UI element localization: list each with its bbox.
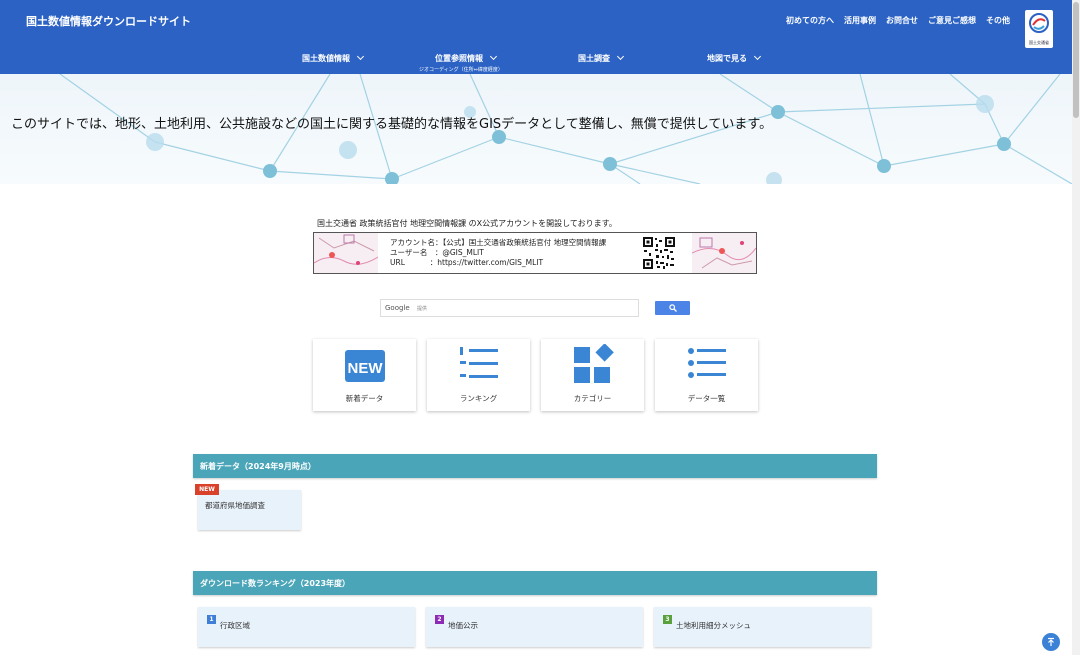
x-account-banner[interactable]: アカウント名：【公式】国土交通省政策統括官付 地理空間情報課 ユーザー名 ：@G… (313, 232, 757, 274)
svg-text:NEW: NEW (348, 360, 384, 377)
logo-text: 国土交通省 (1029, 40, 1049, 45)
qr-code-icon (642, 236, 676, 270)
card-label: カテゴリー (573, 394, 612, 403)
site-search-input[interactable]: Google 提供 (380, 299, 639, 317)
top-links: 初めての方へ 活用事例 お問合せ ご意見ご感想 その他 (786, 15, 1010, 26)
quick-link-category[interactable]: カテゴリー (541, 339, 644, 411)
new-data-item-label: 都道府県地価調査 (205, 501, 265, 510)
mlit-emblem-icon (1029, 13, 1049, 33)
nav-label: 位置参照情報 (435, 54, 483, 63)
category-icon (574, 344, 614, 383)
top-link-first-time[interactable]: 初めての方へ (786, 15, 834, 26)
chevron-down-icon (489, 52, 498, 61)
ranking-item-1[interactable]: 1 行政区域 (198, 607, 415, 647)
new-icon: NEW (345, 350, 385, 382)
ranking-item-label: 行政区域 (220, 621, 250, 630)
back-to-top-button[interactable] (1042, 633, 1060, 651)
search-icon (669, 304, 677, 312)
new-badge: NEW (195, 484, 219, 495)
nav-kokudo-chosa[interactable]: 国土調査 (578, 52, 625, 64)
quick-link-ranking[interactable]: ランキング (427, 339, 530, 411)
nav-ichi-sansho[interactable]: 位置参照情報 (435, 52, 498, 64)
map-illustration-left (314, 233, 378, 273)
google-brand: Google (385, 304, 410, 312)
top-link-feedback[interactable]: ご意見ご感想 (928, 15, 976, 26)
main-nav: 国土数値情報 位置参照情報 ジオコーディング（住所⇔緯度経度） 国土調査 地図で… (0, 52, 1072, 73)
card-label: ランキング (459, 394, 498, 403)
nav-map-view[interactable]: 地図で見る (707, 52, 762, 64)
x-user-name: ユーザー名 ：@GIS_MLIT (390, 248, 484, 257)
map-sketch-image (692, 237, 756, 269)
section-title: 新着データ（2024年9月時点） (200, 462, 316, 471)
rank-number: 2 (435, 615, 444, 624)
nav-label: 地図で見る (707, 54, 747, 63)
list-icon (688, 348, 726, 378)
nav-sub-geocoding: ジオコーディング（住所⇔緯度経度） (419, 67, 503, 73)
site-header: 国土数値情報ダウンロードサイト 初めての方へ 活用事例 お問合せ ご意見ご感想 … (0, 0, 1072, 74)
card-label: 新着データ (345, 394, 384, 403)
map-illustration-right (692, 233, 756, 273)
site-title[interactable]: 国土数値情報ダウンロードサイト (26, 13, 191, 29)
hero-banner: このサイトでは、地形、土地利用、公共施設などの国土に関する基礎的な情報をGISデ… (0, 74, 1072, 184)
x-account-name: アカウント名：【公式】国土交通省政策統括官付 地理空間情報課 (390, 238, 607, 247)
arrow-up-icon (1048, 637, 1054, 646)
nav-kokudo-suchi[interactable]: 国土数値情報 (302, 52, 365, 64)
ranking-list-icon (460, 347, 498, 378)
x-account-details: アカウント名：【公式】国土交通省政策統括官付 地理空間情報課 ユーザー名 ：@G… (390, 238, 606, 268)
new-data-heading: 新着データ（2024年9月時点） (193, 454, 877, 478)
new-data-item[interactable]: 都道府県地価調査 (198, 490, 301, 530)
scrollbar-thumb[interactable] (1073, 2, 1079, 118)
top-link-contact[interactable]: お問合せ (886, 15, 918, 26)
rank-number: 1 (207, 615, 216, 624)
search-button[interactable] (655, 301, 690, 315)
chevron-down-icon (356, 52, 365, 61)
quick-link-new-data[interactable]: NEW 新着データ (313, 339, 416, 411)
chevron-down-icon (753, 52, 762, 61)
nav-label: 国土調査 (578, 54, 610, 63)
card-label: データ一覧 (687, 394, 726, 403)
nav-label: 国土数値情報 (302, 54, 350, 63)
mlit-logo[interactable]: 国土交通省 (1025, 10, 1053, 48)
rank-number: 3 (663, 615, 672, 624)
ranking-heading: ダウンロード数ランキング（2023年度） (193, 571, 877, 595)
x-account-caption: 国土交通省 政策統括官付 地理空間情報課 のX公式アカウントを開設しております。 (317, 219, 617, 228)
section-title: ダウンロード数ランキング（2023年度） (200, 579, 351, 588)
x-url[interactable]: URL ：https://twitter.com/GIS_MLIT (390, 258, 606, 268)
ranking-item-label: 地価公示 (448, 621, 478, 630)
top-link-use-cases[interactable]: 活用事例 (844, 15, 876, 26)
ranking-item-3[interactable]: 3 土地利用細分メッシュ (654, 607, 871, 647)
chevron-down-icon (616, 52, 625, 61)
ranking-item-label: 土地利用細分メッシュ (676, 621, 751, 630)
quick-link-data-list[interactable]: データ一覧 (655, 339, 758, 411)
google-brand-sub: 提供 (417, 306, 428, 312)
ranking-item-2[interactable]: 2 地価公示 (426, 607, 643, 647)
hero-description: このサイトでは、地形、土地利用、公共施設などの国土に関する基礎的な情報をGISデ… (11, 117, 773, 132)
top-link-other[interactable]: その他 (986, 15, 1010, 26)
map-sketch-image (314, 234, 378, 265)
